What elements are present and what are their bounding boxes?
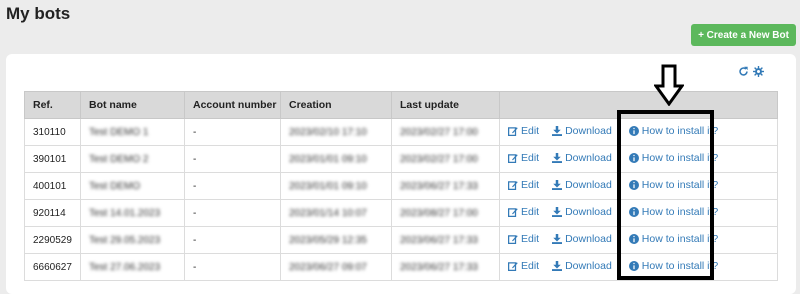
cell-ref: 400101 <box>24 172 81 200</box>
edit-icon <box>508 127 518 136</box>
edit-link[interactable]: Edit <box>508 179 539 191</box>
cell-creation: 2023/02/10 17:10 <box>280 118 392 146</box>
cell-account-number: - <box>184 226 281 254</box>
download-link[interactable]: Download <box>552 152 612 164</box>
edit-link[interactable]: Edit <box>508 206 539 218</box>
cell-last-update: 2023/02/27 17:00 <box>391 118 500 146</box>
cell-ref: 920114 <box>24 199 81 227</box>
cell-bot-name: Test DEMO 1 <box>80 118 185 146</box>
cell-last-update: 2023/02/27 17:00 <box>391 145 500 173</box>
refresh-icon[interactable] <box>738 66 749 77</box>
creation-text: 2023/05/29 12:35 <box>289 234 367 246</box>
download-link[interactable]: Download <box>552 125 612 137</box>
last-update-text: 2023/02/27 17:00 <box>400 126 478 138</box>
last-update-text: 2023/02/27 17:00 <box>400 153 478 165</box>
cell-last-update: 2023/06/27 17:33 <box>391 172 500 200</box>
creation-text: 2023/01/14 10:07 <box>289 207 367 219</box>
bot-name-text: Test DEMO 2 <box>89 153 149 165</box>
download-label: Download <box>565 260 612 272</box>
download-label: Download <box>565 179 612 191</box>
download-label: Download <box>565 233 612 245</box>
edit-icon <box>508 208 518 217</box>
edit-label: Edit <box>521 206 540 218</box>
creation-text: 2023/01/01 09:10 <box>289 180 367 192</box>
download-link[interactable]: Download <box>552 233 612 245</box>
last-update-text: 2023/06/27 17:33 <box>400 234 478 246</box>
cell-account-number: - <box>184 118 281 146</box>
download-icon <box>552 153 563 163</box>
last-update-text: 2023/06/27 17:33 <box>400 180 478 192</box>
last-update-text: 2023/06/27 17:33 <box>400 261 478 273</box>
edit-link[interactable]: Edit <box>508 260 539 272</box>
cell-account-number: - <box>184 145 281 173</box>
cell-bot-name: Test 27.06.2023 <box>80 253 185 281</box>
cell-bot-name: Test DEMO 2 <box>80 145 185 173</box>
cell-ref: 6660627 <box>24 253 81 281</box>
bot-name-text: Test 27.06.2023 <box>89 261 161 273</box>
edit-icon <box>508 154 518 163</box>
download-link[interactable]: Download <box>552 260 612 272</box>
creation-text: 2023/06/27 09:07 <box>289 261 367 273</box>
bot-name-text: Test 14.01.2023 <box>89 207 161 219</box>
col-ref: Ref. <box>24 91 81 119</box>
cell-creation: 2023/01/01 09:10 <box>280 145 392 173</box>
cell-bot-name: Test 14.01.2023 <box>80 199 185 227</box>
cell-ref: 2290529 <box>24 226 81 254</box>
highlight-box <box>617 110 714 280</box>
table-tools <box>738 66 764 77</box>
cell-creation: 2023/05/29 12:35 <box>280 226 392 254</box>
creation-text: 2023/02/10 17:10 <box>289 126 367 138</box>
down-arrow-icon <box>654 64 684 106</box>
edit-link[interactable]: Edit <box>508 125 539 137</box>
edit-label: Edit <box>521 179 540 191</box>
col-account-number: Account number <box>184 91 281 119</box>
edit-icon <box>508 262 518 271</box>
download-icon <box>552 261 563 271</box>
download-icon <box>552 126 563 136</box>
download-link[interactable]: Download <box>552 206 612 218</box>
download-link[interactable]: Download <box>552 179 612 191</box>
last-update-text: 2023/08/27 17:00 <box>400 207 478 219</box>
create-bot-button[interactable]: + Create a New Bot <box>691 24 796 46</box>
download-label: Download <box>565 206 612 218</box>
edit-link[interactable]: Edit <box>508 233 539 245</box>
download-icon <box>552 207 563 217</box>
cell-last-update: 2023/08/27 17:00 <box>391 199 500 227</box>
cell-creation: 2023/06/27 09:07 <box>280 253 392 281</box>
edit-label: Edit <box>521 152 540 164</box>
cell-last-update: 2023/06/27 17:33 <box>391 253 500 281</box>
cell-ref: 310110 <box>24 118 81 146</box>
gear-icon[interactable] <box>753 66 764 77</box>
edit-link[interactable]: Edit <box>508 152 539 164</box>
cell-bot-name: Test DEMO <box>80 172 185 200</box>
cell-creation: 2023/01/14 10:07 <box>280 199 392 227</box>
bot-name-text: Test 29.05.2023 <box>89 234 161 246</box>
download-label: Download <box>565 152 612 164</box>
creation-text: 2023/01/01 09:10 <box>289 153 367 165</box>
col-bot-name: Bot name <box>80 91 185 119</box>
cell-account-number: - <box>184 172 281 200</box>
page-title: My bots <box>6 4 71 23</box>
bot-name-text: Test DEMO 1 <box>89 126 149 138</box>
col-last-update: Last update <box>391 91 500 119</box>
download-icon <box>552 180 563 190</box>
col-creation: Creation <box>280 91 392 119</box>
edit-label: Edit <box>521 260 540 272</box>
edit-label: Edit <box>521 125 540 137</box>
cell-creation: 2023/01/01 09:10 <box>280 172 392 200</box>
cell-last-update: 2023/06/27 17:33 <box>391 226 500 254</box>
cell-account-number: - <box>184 199 281 227</box>
cell-bot-name: Test 29.05.2023 <box>80 226 185 254</box>
cell-account-number: - <box>184 253 281 281</box>
edit-label: Edit <box>521 233 540 245</box>
cell-ref: 390101 <box>24 145 81 173</box>
download-icon <box>552 234 563 244</box>
edit-icon <box>508 235 518 244</box>
bot-name-text: Test DEMO <box>89 180 141 192</box>
download-label: Download <box>565 125 612 137</box>
edit-icon <box>508 181 518 190</box>
